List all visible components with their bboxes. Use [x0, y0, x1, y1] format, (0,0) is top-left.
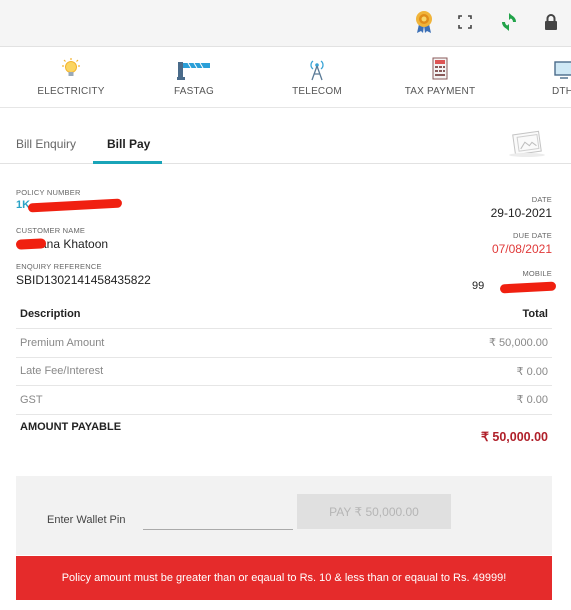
pay-button[interactable]: PAY ₹ 50,000.00 — [297, 494, 451, 529]
active-tab-indicator — [93, 161, 162, 164]
fullscreen-icon[interactable] — [453, 10, 477, 34]
mobile-label: MOBILE — [522, 269, 552, 278]
table-header-row: Description Total — [16, 300, 552, 329]
row-amount: ₹ 50,000.00 — [333, 328, 552, 358]
lock-icon[interactable] — [539, 10, 563, 34]
receipt-icon — [385, 56, 495, 82]
category-telecom[interactable]: TELECOM — [262, 56, 372, 97]
amount-payable-label: AMOUNT PAYABLE — [20, 420, 122, 433]
top-bar — [0, 0, 571, 47]
due-date-value: 07/08/2021 — [491, 242, 552, 256]
total-row: AMOUNT PAYABLE ₹ 50,000.00 — [16, 414, 552, 454]
wallet-pin-input[interactable] — [143, 508, 293, 530]
enquiry-reference-block: ENQUIRY REFERENCE SBID1302141458435822 — [16, 262, 151, 287]
due-date-block: DUE DATE 07/08/2021 — [492, 231, 552, 256]
bulb-icon — [16, 56, 126, 82]
tab-bar: Bill Enquiry Bill Pay — [0, 124, 571, 164]
bill-table: Description Total Premium Amount ₹ 50,00… — [16, 300, 552, 454]
enquiry-reference-value: SBID1302141458435822 — [16, 273, 151, 287]
enquiry-reference-label: ENQUIRY REFERENCE — [16, 262, 102, 271]
table-row: Late Fee/Interest ₹ 0.00 — [16, 357, 552, 386]
table-row: GST ₹ 0.00 — [16, 385, 552, 415]
toll-gate-icon — [139, 56, 249, 82]
date-block: DATE 29-10-2021 — [491, 195, 552, 220]
redaction-mark — [15, 238, 47, 250]
row-amount: ₹ 0.00 — [333, 385, 552, 415]
row-description: GST — [16, 385, 334, 415]
refresh-icon[interactable] — [497, 10, 521, 34]
tv-icon — [520, 56, 571, 82]
category-tax-payment[interactable]: TAX PAYMENT — [385, 56, 495, 97]
date-label: DATE — [531, 195, 552, 204]
policy-number-label: POLICY NUMBER — [16, 188, 81, 197]
tab-bill-pay[interactable]: Bill Pay — [107, 137, 150, 151]
category-bar: ELECTRICITY FASTAG TELECOM TAX PAYMENT D… — [0, 48, 571, 108]
award-badge-icon[interactable] — [412, 10, 436, 34]
row-amount: ₹ 0.00 — [333, 357, 552, 386]
customer-name-label: CUSTOMER NAME — [16, 226, 86, 235]
amount-payable-value: ₹ 50,000.00 — [480, 429, 548, 444]
bill-image-icon — [506, 130, 548, 158]
category-fastag[interactable]: FASTAG — [139, 56, 249, 97]
antenna-icon — [262, 56, 372, 82]
category-electricity[interactable]: ELECTRICITY — [16, 56, 126, 97]
date-value: 29-10-2021 — [490, 206, 552, 220]
total-header: Total — [333, 300, 552, 329]
error-alert: Policy amount must be greater than or eq… — [16, 556, 552, 600]
wallet-pin-label: Enter Wallet Pin — [47, 514, 126, 526]
payment-panel: Enter Wallet Pin PAY ₹ 50,000.00 — [16, 476, 552, 555]
row-description: Late Fee/Interest — [16, 357, 334, 386]
category-dth[interactable]: DTH — [520, 56, 571, 97]
row-description: Premium Amount — [16, 328, 334, 358]
due-date-label: DUE DATE — [513, 231, 552, 240]
tab-bill-enquiry[interactable]: Bill Enquiry — [16, 137, 76, 151]
table-row: Premium Amount ₹ 50,000.00 — [16, 328, 552, 358]
description-header: Description — [16, 300, 334, 329]
